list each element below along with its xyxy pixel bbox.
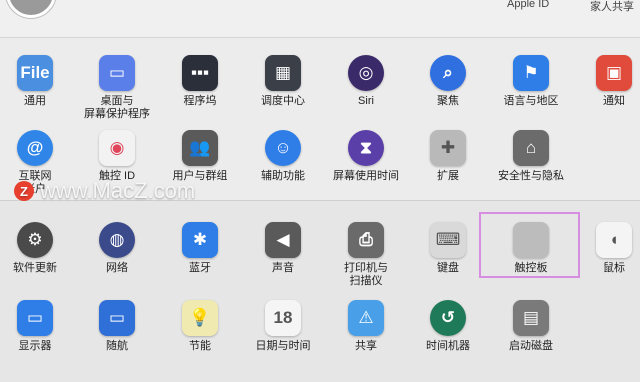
pref-sharing[interactable]: ⚠ 共享	[327, 300, 405, 353]
sound-icon: ◀	[265, 222, 301, 258]
pref-label: 随航	[106, 340, 128, 352]
trackpad-highlight-box	[479, 212, 580, 278]
pref-label: 日期与时间	[255, 340, 311, 352]
dock-icon: ▪▪▪	[182, 55, 218, 91]
pref-label: 程序坞	[183, 95, 217, 107]
pref-label: 屏幕使用时间	[333, 170, 399, 182]
general-icon: File	[17, 55, 53, 91]
software-update-icon: ⚙	[17, 222, 53, 258]
pref-mouse[interactable]: ◖ 鼠标	[575, 222, 640, 275]
pref-label: 语言与地区	[503, 95, 559, 107]
pref-spotlight[interactable]: ⌕ 聚焦	[409, 55, 487, 108]
pref-label: 蓝牙	[189, 262, 211, 274]
energy-saver-icon: 💡	[182, 300, 218, 336]
pref-label: 时间机器	[426, 340, 470, 352]
pref-general[interactable]: File 通用	[0, 55, 74, 108]
avatar[interactable]	[6, 0, 56, 18]
pref-label: 安全性与隐私	[498, 170, 564, 182]
printers-scanners-icon: ⎙	[348, 222, 384, 258]
pref-sidecar[interactable]: ▭ 随航	[78, 300, 156, 353]
mouse-icon: ◖	[596, 222, 632, 258]
touch-id-icon: ◉	[99, 130, 135, 166]
displays-icon: ▭	[17, 300, 53, 336]
pref-label: 节能	[189, 340, 211, 352]
sidecar-icon: ▭	[99, 300, 135, 336]
pref-label: 聚焦	[437, 95, 459, 107]
pref-touch-id[interactable]: ◉ 触控 ID	[78, 130, 156, 183]
desktop-screensaver-icon: ▭	[99, 55, 135, 91]
pref-sound[interactable]: ◀ 声音	[244, 222, 322, 275]
pref-label: 扩展	[437, 170, 459, 182]
pref-label: Siri	[358, 95, 374, 107]
bluetooth-icon: ✱	[182, 222, 218, 258]
sharing-icon: ⚠	[348, 300, 384, 336]
pref-displays[interactable]: ▭ 显示器	[0, 300, 74, 353]
pref-security-privacy[interactable]: ⌂ 安全性与隐私	[492, 130, 570, 183]
watermark-text: www.MacZ.com	[40, 178, 196, 203]
pref-network[interactable]: ◍ 网络	[78, 222, 156, 275]
pref-energy-saver[interactable]: 💡 节能	[161, 300, 239, 353]
network-icon: ◍	[99, 222, 135, 258]
watermark-logo-icon: Z	[14, 181, 34, 201]
pref-time-machine[interactable]: ↺ 时间机器	[409, 300, 487, 353]
pref-software-update[interactable]: ⚙ 软件更新	[0, 222, 74, 275]
pref-mission-control[interactable]: ▦ 调度中心	[244, 55, 322, 108]
pref-users-groups[interactable]: 👥 用户与群组	[161, 130, 239, 183]
pref-siri[interactable]: ◎ Siri	[327, 55, 405, 108]
pref-label: 鼠标	[603, 262, 625, 274]
pref-label: 打印机与 扫描仪	[344, 262, 388, 287]
screen-time-icon: ⧗	[348, 130, 384, 166]
time-machine-icon: ↺	[430, 300, 466, 336]
apple-id-label[interactable]: Apple ID	[507, 0, 549, 10]
pref-label: 桌面与 屏幕保护程序	[84, 95, 150, 120]
spotlight-icon: ⌕	[430, 55, 466, 91]
pref-label: 通知	[603, 95, 625, 107]
pref-dock[interactable]: ▪▪▪ 程序坞	[161, 55, 239, 108]
pref-label: 启动磁盘	[509, 340, 553, 352]
pref-label: 通用	[24, 95, 46, 107]
pref-accessibility[interactable]: ☺ 辅助功能	[244, 130, 322, 183]
startup-disk-icon: ▤	[513, 300, 549, 336]
pref-printers-scanners[interactable]: ⎙ 打印机与 扫描仪	[327, 222, 405, 288]
family-sharing-label[interactable]: 家人共享	[590, 0, 634, 14]
pref-screen-time[interactable]: ⧗ 屏幕使用时间	[327, 130, 405, 183]
pref-label: 网络	[106, 262, 128, 274]
keyboard-icon: ⌨	[430, 222, 466, 258]
extensions-icon: ✚	[430, 130, 466, 166]
pref-label: 键盘	[437, 262, 459, 274]
notifications-icon: ▣	[596, 55, 632, 91]
watermark: Z www.MacZ.com	[14, 178, 195, 204]
date-time-icon: 18	[265, 300, 301, 336]
pref-label: 共享	[355, 340, 377, 352]
pref-bluetooth[interactable]: ✱ 蓝牙	[161, 222, 239, 275]
language-region-icon: ⚑	[513, 55, 549, 91]
pref-desktop-screensaver[interactable]: ▭ 桌面与 屏幕保护程序	[78, 55, 156, 121]
pref-label: 软件更新	[13, 262, 57, 274]
security-privacy-icon: ⌂	[513, 130, 549, 166]
internet-accounts-icon: @	[17, 130, 53, 166]
users-groups-icon: 👥	[182, 130, 218, 166]
accessibility-icon: ☺	[265, 130, 301, 166]
pref-notifications[interactable]: ▣ 通知	[575, 55, 640, 108]
pref-label: 调度中心	[261, 95, 305, 107]
pref-label: 辅助功能	[261, 170, 305, 182]
header-band: Apple ID 家人共享	[0, 0, 640, 37]
pref-extensions[interactable]: ✚ 扩展	[409, 130, 487, 183]
pref-startup-disk[interactable]: ▤ 启动磁盘	[492, 300, 570, 353]
pref-label: 声音	[272, 262, 294, 274]
pref-keyboard[interactable]: ⌨ 键盘	[409, 222, 487, 275]
pref-date-time[interactable]: 18 日期与时间	[244, 300, 322, 353]
siri-icon: ◎	[348, 55, 384, 91]
mission-control-icon: ▦	[265, 55, 301, 91]
pref-label: 显示器	[18, 340, 52, 352]
pref-language-region[interactable]: ⚑ 语言与地区	[492, 55, 570, 108]
